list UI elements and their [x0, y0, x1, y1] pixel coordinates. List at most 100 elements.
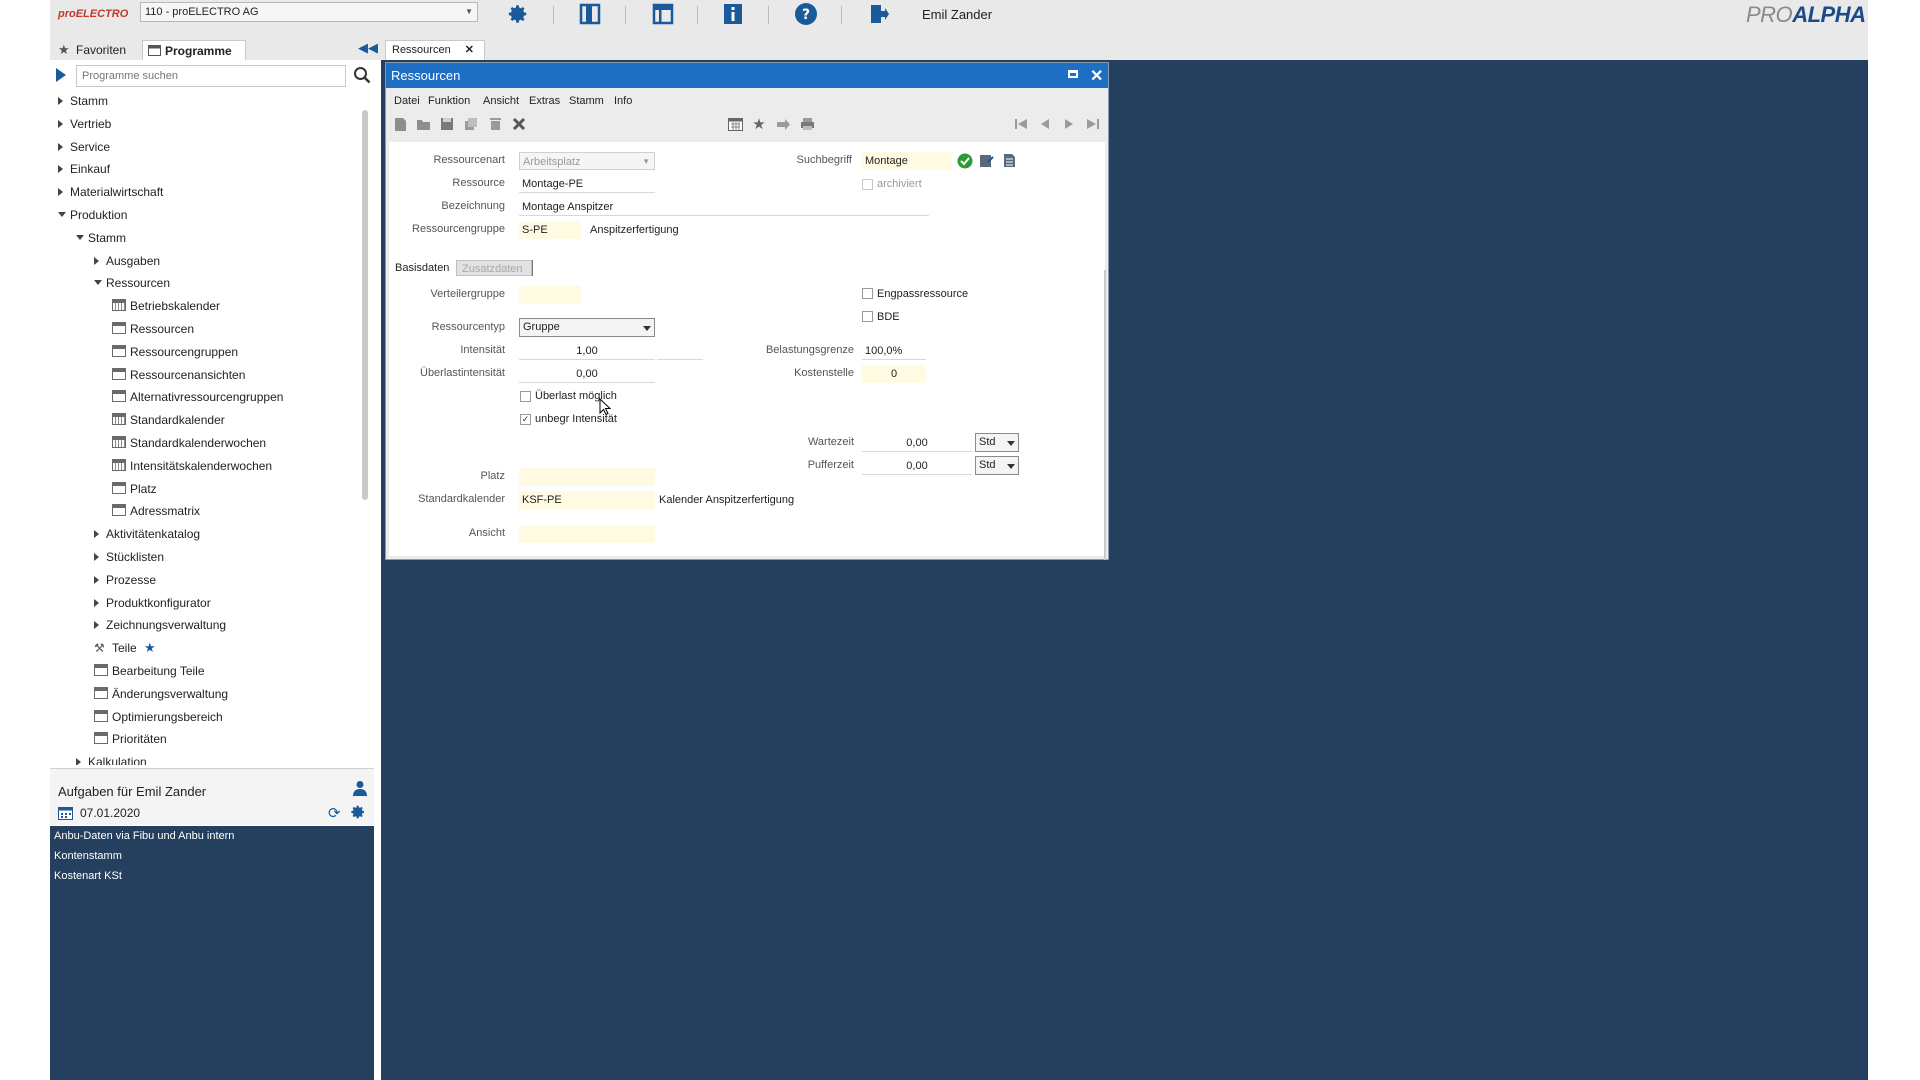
- forward-button[interactable]: [774, 116, 792, 132]
- wartezeit-unit-select[interactable]: Std: [975, 433, 1019, 452]
- play-icon[interactable]: [56, 68, 66, 82]
- next-record-button[interactable]: [1060, 116, 1078, 132]
- collapse-panel-icon[interactable]: ◀◀: [358, 40, 378, 56]
- menu-stamm[interactable]: Stamm: [569, 95, 604, 107]
- menu-extras[interactable]: Extras: [529, 95, 560, 107]
- maximize-icon[interactable]: [1068, 70, 1078, 78]
- chevron-right-icon[interactable]: [94, 621, 99, 630]
- cancel-button[interactable]: [510, 116, 528, 132]
- tab-zusatzdaten[interactable]: Zusatzdaten: [456, 260, 532, 276]
- tree-scrollbar[interactable]: [362, 110, 368, 500]
- unbegr-intensitaet-checkbox[interactable]: ✓: [520, 414, 531, 425]
- platz-field[interactable]: [519, 468, 655, 486]
- chevron-right-icon[interactable]: [94, 575, 99, 584]
- search-button[interactable]: [353, 66, 371, 86]
- first-record-button[interactable]: [1012, 116, 1030, 132]
- printer-icon: [800, 118, 814, 130]
- panel-button[interactable]: [577, 2, 603, 26]
- ansicht-field[interactable]: [519, 525, 655, 543]
- settings-button[interactable]: [505, 2, 531, 26]
- ressourcengruppe-field[interactable]: S-PE: [519, 221, 581, 239]
- ressourcentyp-select[interactable]: Gruppe: [519, 318, 655, 337]
- task-item[interactable]: Kostenart KSt: [54, 870, 122, 882]
- chevron-right-icon[interactable]: [58, 165, 63, 174]
- calendar-icon[interactable]: [58, 806, 73, 823]
- ressourcenart-value: Arbeitsplatz: [523, 156, 581, 168]
- bezeichnung-field[interactable]: Montage Anspitzer: [519, 198, 929, 216]
- suchbegriff-field[interactable]: Montage: [862, 152, 952, 170]
- tab-favorites[interactable]: ★ Favoriten: [54, 40, 139, 60]
- info-button[interactable]: [720, 2, 746, 26]
- menu-info[interactable]: Info: [614, 95, 632, 107]
- chevron-right-icon[interactable]: [76, 758, 81, 765]
- chevron-down-icon[interactable]: [58, 212, 66, 217]
- open-button[interactable]: [414, 116, 432, 132]
- chevron-right-icon[interactable]: [58, 142, 63, 151]
- chevron-down-icon[interactable]: [94, 280, 102, 286]
- intensitaet-unit-field[interactable]: [657, 342, 703, 360]
- star-icon[interactable]: ★: [144, 638, 156, 658]
- chevron-down-icon[interactable]: [76, 234, 84, 240]
- tab-basisdaten[interactable]: Basisdaten: [395, 260, 449, 276]
- ressource-field[interactable]: Montage-PE: [519, 175, 655, 193]
- calendar-button[interactable]: [726, 116, 744, 132]
- check-valid-icon[interactable]: [957, 153, 973, 172]
- info-icon: [724, 4, 742, 24]
- gear-icon: [351, 805, 364, 819]
- close-icon[interactable]: ✕: [465, 41, 474, 60]
- company-select[interactable]: 110 - proELECTRO AG ▼: [140, 2, 478, 22]
- task-item[interactable]: Kontenstamm: [54, 850, 122, 862]
- tree-item-label: Aktivitätenkatalog: [106, 527, 201, 542]
- panel-icon: [579, 3, 601, 25]
- archiviert-checkbox[interactable]: [862, 179, 873, 190]
- ressourcengruppe-description: Anspitzerfertigung: [590, 224, 679, 236]
- save-button[interactable]: [438, 116, 456, 132]
- close-icon[interactable]: ✕: [1090, 66, 1103, 86]
- intensitaet-field[interactable]: 1,00: [519, 342, 655, 360]
- edit-search-icon[interactable]: [979, 153, 994, 171]
- layout-button[interactable]: [650, 2, 676, 26]
- verteilergruppe-field[interactable]: [519, 286, 581, 304]
- menu-datei[interactable]: Datei: [394, 95, 420, 107]
- document-icon[interactable]: [1003, 153, 1016, 171]
- previous-record-button[interactable]: [1036, 116, 1054, 132]
- chevron-right-icon[interactable]: [94, 256, 99, 265]
- logout-button[interactable]: [866, 2, 892, 26]
- chevron-right-icon[interactable]: [58, 119, 63, 128]
- tab-programs[interactable]: Programme: [142, 40, 246, 60]
- print-button[interactable]: [798, 116, 816, 132]
- chevron-right-icon[interactable]: [94, 598, 99, 607]
- last-record-button[interactable]: [1084, 116, 1102, 132]
- new-record-button[interactable]: [391, 116, 409, 132]
- ressourcenart-select[interactable]: Arbeitsplatz ▼: [519, 152, 655, 170]
- menu-funktion[interactable]: Funktion: [428, 95, 470, 107]
- document-tab-ressourcen[interactable]: Ressourcen ✕: [385, 40, 485, 60]
- tasks-settings-button[interactable]: [350, 804, 366, 823]
- chevron-right-icon[interactable]: [94, 553, 99, 561]
- chevron-right-icon[interactable]: [94, 530, 99, 539]
- copy-button[interactable]: [462, 116, 480, 132]
- standardkalender-field[interactable]: KSF-PE: [519, 491, 655, 509]
- program-search-input[interactable]: [76, 65, 346, 87]
- delete-button[interactable]: [486, 116, 504, 132]
- ueberlast-moeglich-checkbox[interactable]: [520, 391, 531, 402]
- ueberlastintensitaet-field[interactable]: 0,00: [519, 365, 655, 383]
- belastungsgrenze-field[interactable]: 100,0%: [862, 342, 926, 360]
- chevron-right-icon[interactable]: [58, 97, 63, 105]
- engpassressource-checkbox[interactable]: [862, 288, 873, 299]
- user-icon[interactable]: [352, 780, 368, 799]
- favorite-button[interactable]: ★: [750, 116, 768, 133]
- refresh-icon[interactable]: ⟳: [328, 804, 341, 822]
- pufferzeit-unit-select[interactable]: Std: [975, 456, 1019, 475]
- window-title-bar[interactable]: Ressourcen: [386, 63, 1108, 88]
- pufferzeit-field[interactable]: 0,00: [862, 457, 972, 475]
- task-item[interactable]: Anbu-Daten via Fibu und Anbu intern: [54, 830, 234, 842]
- bde-checkbox[interactable]: [862, 311, 873, 322]
- menu-ansicht[interactable]: Ansicht: [483, 95, 519, 107]
- wartezeit-field[interactable]: 0,00: [862, 434, 972, 452]
- help-button[interactable]: ?: [793, 2, 819, 26]
- kostenstelle-field[interactable]: 0: [862, 365, 926, 383]
- form-scrollbar[interactable]: [1104, 270, 1106, 560]
- chevron-right-icon[interactable]: [58, 188, 63, 197]
- tree-item-label: Ressourcenansichten: [130, 367, 246, 382]
